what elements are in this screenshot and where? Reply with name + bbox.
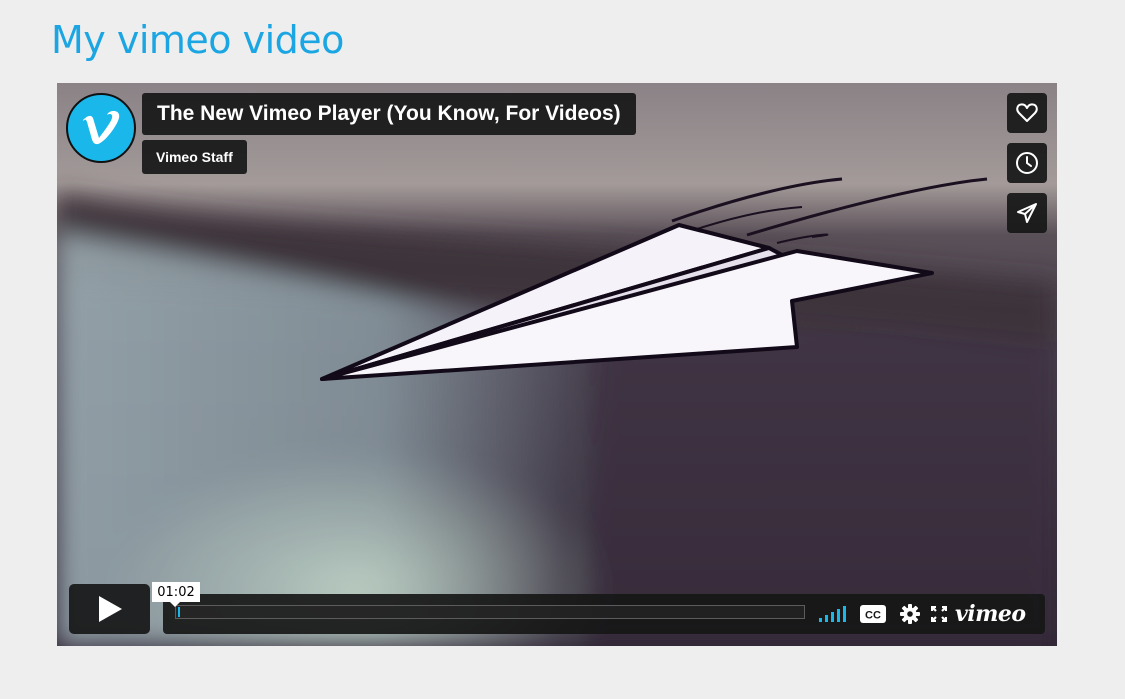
volume-bars-icon [819, 606, 846, 622]
vimeo-player[interactable]: The New Vimeo Player (You Know, For Vide… [57, 83, 1057, 646]
video-title[interactable]: The New Vimeo Player (You Know, For Vide… [157, 102, 621, 126]
like-button[interactable] [1007, 93, 1047, 133]
gear-icon [900, 604, 920, 624]
control-bar: CC vimeo [163, 594, 1045, 634]
progress-bar[interactable] [175, 605, 805, 619]
watch-later-button[interactable] [1007, 143, 1047, 183]
vimeo-v-icon [83, 110, 120, 145]
playhead[interactable] [178, 607, 181, 617]
time-tooltip: 01:02 [152, 582, 200, 607]
byline-box[interactable]: Vimeo Staff [142, 140, 247, 174]
vimeo-logo[interactable]: vimeo [955, 594, 1026, 634]
settings-button[interactable] [895, 594, 925, 634]
volume-control[interactable] [817, 594, 851, 634]
paper-plane-icon [1017, 203, 1037, 223]
video-title-box[interactable]: The New Vimeo Player (You Know, For Vide… [142, 93, 636, 135]
svg-text:CC: CC [865, 610, 881, 622]
share-button[interactable] [1007, 193, 1047, 233]
cc-icon: CC [860, 605, 886, 623]
heart-icon [1016, 103, 1038, 122]
fullscreen-button[interactable] [927, 594, 951, 634]
clock-icon [1016, 152, 1038, 174]
fullscreen-icon [931, 606, 947, 622]
page-title: My vimeo video [51, 18, 344, 62]
play-button[interactable] [69, 584, 150, 634]
video-byline[interactable]: Vimeo Staff [156, 149, 233, 165]
channel-avatar[interactable] [66, 93, 136, 163]
play-icon [98, 596, 122, 622]
captions-button[interactable]: CC [858, 594, 888, 634]
